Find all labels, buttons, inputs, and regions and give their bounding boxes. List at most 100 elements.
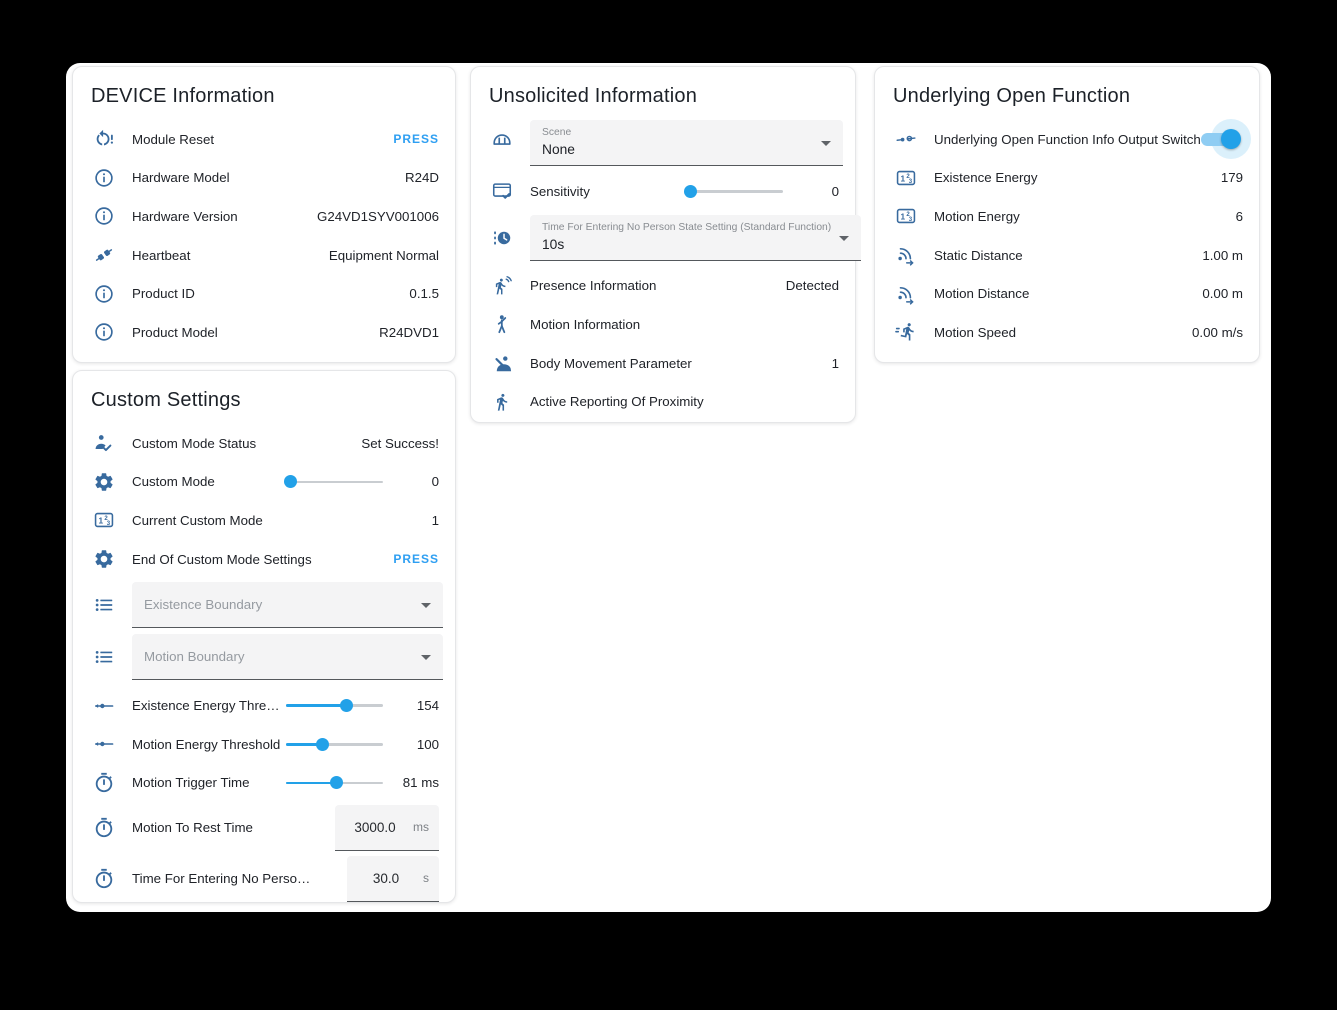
motion-speed-row: Motion Speed 0.00 m/s — [889, 313, 1247, 352]
numeric-pin-icon: 123 — [93, 509, 115, 531]
existence-threshold-slider-thumb[interactable] — [340, 699, 353, 712]
list-icon — [93, 594, 115, 616]
underlying-switch-row: Underlying Open Function Info Output Swi… — [889, 120, 1247, 159]
numeric-pin-icon: 123 — [895, 167, 917, 189]
motion-boundary-select[interactable]: Motion Boundary — [132, 634, 443, 680]
custom-mode-status-row: Custom Mode Status Set Success! — [87, 424, 443, 463]
heartbeat-label: Heartbeat — [132, 248, 329, 263]
body-movement-icon — [491, 352, 513, 374]
sensitivity-slider-thumb[interactable] — [684, 185, 697, 198]
device-card-title: DEVICE Information — [91, 85, 443, 108]
motion-threshold-label: Motion Energy Threshold — [132, 737, 286, 752]
svg-text:1: 1 — [99, 517, 104, 526]
custom-mode-slider[interactable] — [286, 475, 383, 489]
motion-speed-label: Motion Speed — [934, 325, 1192, 340]
clock-dashed-icon — [491, 227, 513, 249]
device-row-module-reset: Module Reset PRESS — [87, 120, 443, 159]
walking-person-icon — [491, 391, 513, 413]
motion-distance-row: Motion Distance 0.00 m — [889, 274, 1247, 313]
device-row-heartbeat: Heartbeat Equipment Normal — [87, 236, 443, 275]
list-icon — [93, 646, 115, 668]
signal-distance-icon — [895, 283, 917, 305]
motion-trigger-time-slider-thumb[interactable] — [330, 776, 343, 789]
scene-awning-icon — [491, 132, 513, 154]
module-reset-press-button[interactable]: PRESS — [393, 132, 439, 146]
existence-boundary-select[interactable]: Existence Boundary — [132, 582, 443, 628]
custom-mode-status-value: Set Success! — [361, 436, 439, 451]
switch-icon — [895, 128, 917, 150]
hardware-version-label: Hardware Version — [132, 209, 317, 224]
end-custom-mode-label: End Of Custom Mode Settings — [132, 552, 393, 567]
sensitivity-slider[interactable] — [686, 184, 783, 198]
motion-threshold-slider[interactable] — [286, 737, 383, 751]
static-distance-row: Static Distance 1.00 m — [889, 236, 1247, 275]
time-setting-select-value: 10s — [542, 237, 831, 252]
unsolicited-card-title: Unsolicited Information — [489, 85, 843, 108]
body-movement-row: Body Movement Parameter 1 — [485, 344, 843, 383]
body-movement-value: 1 — [832, 356, 839, 371]
product-model-value: R24DVD1 — [379, 325, 439, 340]
motion-threshold-slider-thumb[interactable] — [316, 738, 329, 751]
existence-threshold-value: 154 — [389, 698, 439, 713]
signal-distance-icon — [895, 244, 917, 266]
underlying-switch-toggle[interactable] — [1201, 129, 1239, 149]
time-entering-no-person-label: Time For Entering No Perso… — [132, 871, 347, 886]
motion-trigger-time-slider[interactable] — [286, 776, 383, 790]
existence-energy-label: Existence Energy — [934, 170, 1221, 185]
existence-threshold-row: Existence Energy Threshold 154 — [87, 686, 443, 725]
heartbeat-value: Equipment Normal — [329, 248, 439, 263]
end-custom-mode-press-button[interactable]: PRESS — [393, 552, 439, 566]
motion-energy-value: 6 — [1236, 209, 1243, 224]
custom-mode-slider-thumb[interactable] — [284, 475, 297, 488]
hardware-model-value: R24D — [405, 170, 439, 185]
static-distance-value: 1.00 m — [1202, 248, 1243, 263]
motion-to-rest-input[interactable]: 3000.0 ms — [335, 805, 439, 851]
timer-icon — [93, 868, 115, 890]
info-icon — [93, 205, 115, 227]
walking-person-waves-icon — [491, 275, 513, 297]
plug-icon — [93, 244, 115, 266]
device-row-hardware-version: Hardware Version G24VD1SYV001006 — [87, 197, 443, 236]
scene-select-row: Scene None — [485, 120, 843, 166]
motion-to-rest-label: Motion To Rest Time — [132, 820, 335, 835]
gear-icon — [93, 548, 115, 570]
threshold-icon — [93, 733, 115, 755]
existence-threshold-slider[interactable] — [286, 699, 383, 713]
timer-icon — [93, 772, 115, 794]
motion-energy-label: Motion Energy — [934, 209, 1236, 224]
running-speed-icon — [895, 321, 917, 343]
motion-information-label: Motion Information — [530, 317, 839, 332]
motion-to-rest-unit: ms — [413, 820, 429, 834]
motion-boundary-label: Motion Boundary — [144, 640, 413, 674]
custom-mode-status-label: Custom Mode Status — [132, 436, 361, 451]
scene-select-label: Scene — [542, 126, 813, 139]
motion-trigger-time-label: Motion Trigger Time — [132, 775, 286, 790]
static-distance-label: Static Distance — [934, 248, 1202, 263]
custom-settings-card: Custom Settings Custom Mode Status Set S… — [72, 370, 456, 903]
custom-mode-row: Custom Mode 0 — [87, 463, 443, 502]
presence-information-value: Detected — [786, 278, 839, 293]
person-check-icon — [93, 432, 115, 454]
motion-speed-value: 0.00 m/s — [1192, 325, 1243, 340]
current-custom-mode-row: 123 Current Custom Mode 1 — [87, 501, 443, 540]
time-setting-select[interactable]: Time For Entering No Person State Settin… — [530, 215, 861, 261]
scene-select[interactable]: Scene None — [530, 120, 843, 166]
existence-threshold-label: Existence Energy Threshold — [132, 698, 286, 713]
hardware-version-value: G24VD1SYV001006 — [317, 209, 439, 224]
active-reporting-row: Active Reporting Of Proximity — [485, 382, 843, 421]
end-custom-mode-row: End Of Custom Mode Settings PRESS — [87, 540, 443, 579]
existence-boundary-label: Existence Boundary — [144, 588, 413, 622]
device-row-product-model: Product Model R24DVD1 — [87, 313, 443, 352]
info-icon — [93, 283, 115, 305]
product-id-value: 0.1.5 — [409, 286, 439, 301]
product-id-label: Product ID — [132, 286, 409, 301]
time-entering-no-person-row: Time For Entering No Perso… 30.0 s — [87, 853, 443, 904]
existence-energy-value: 179 — [1221, 170, 1243, 185]
sensitivity-label: Sensitivity — [530, 184, 686, 199]
threshold-icon — [93, 695, 115, 717]
underlying-open-function-card: Underlying Open Function Underlying Open… — [874, 66, 1260, 363]
motion-information-row: Motion Information — [485, 305, 843, 344]
chevron-down-icon — [421, 655, 431, 660]
time-entering-no-person-input[interactable]: 30.0 s — [347, 856, 439, 902]
device-row-hardware-model: Hardware Model R24D — [87, 159, 443, 198]
